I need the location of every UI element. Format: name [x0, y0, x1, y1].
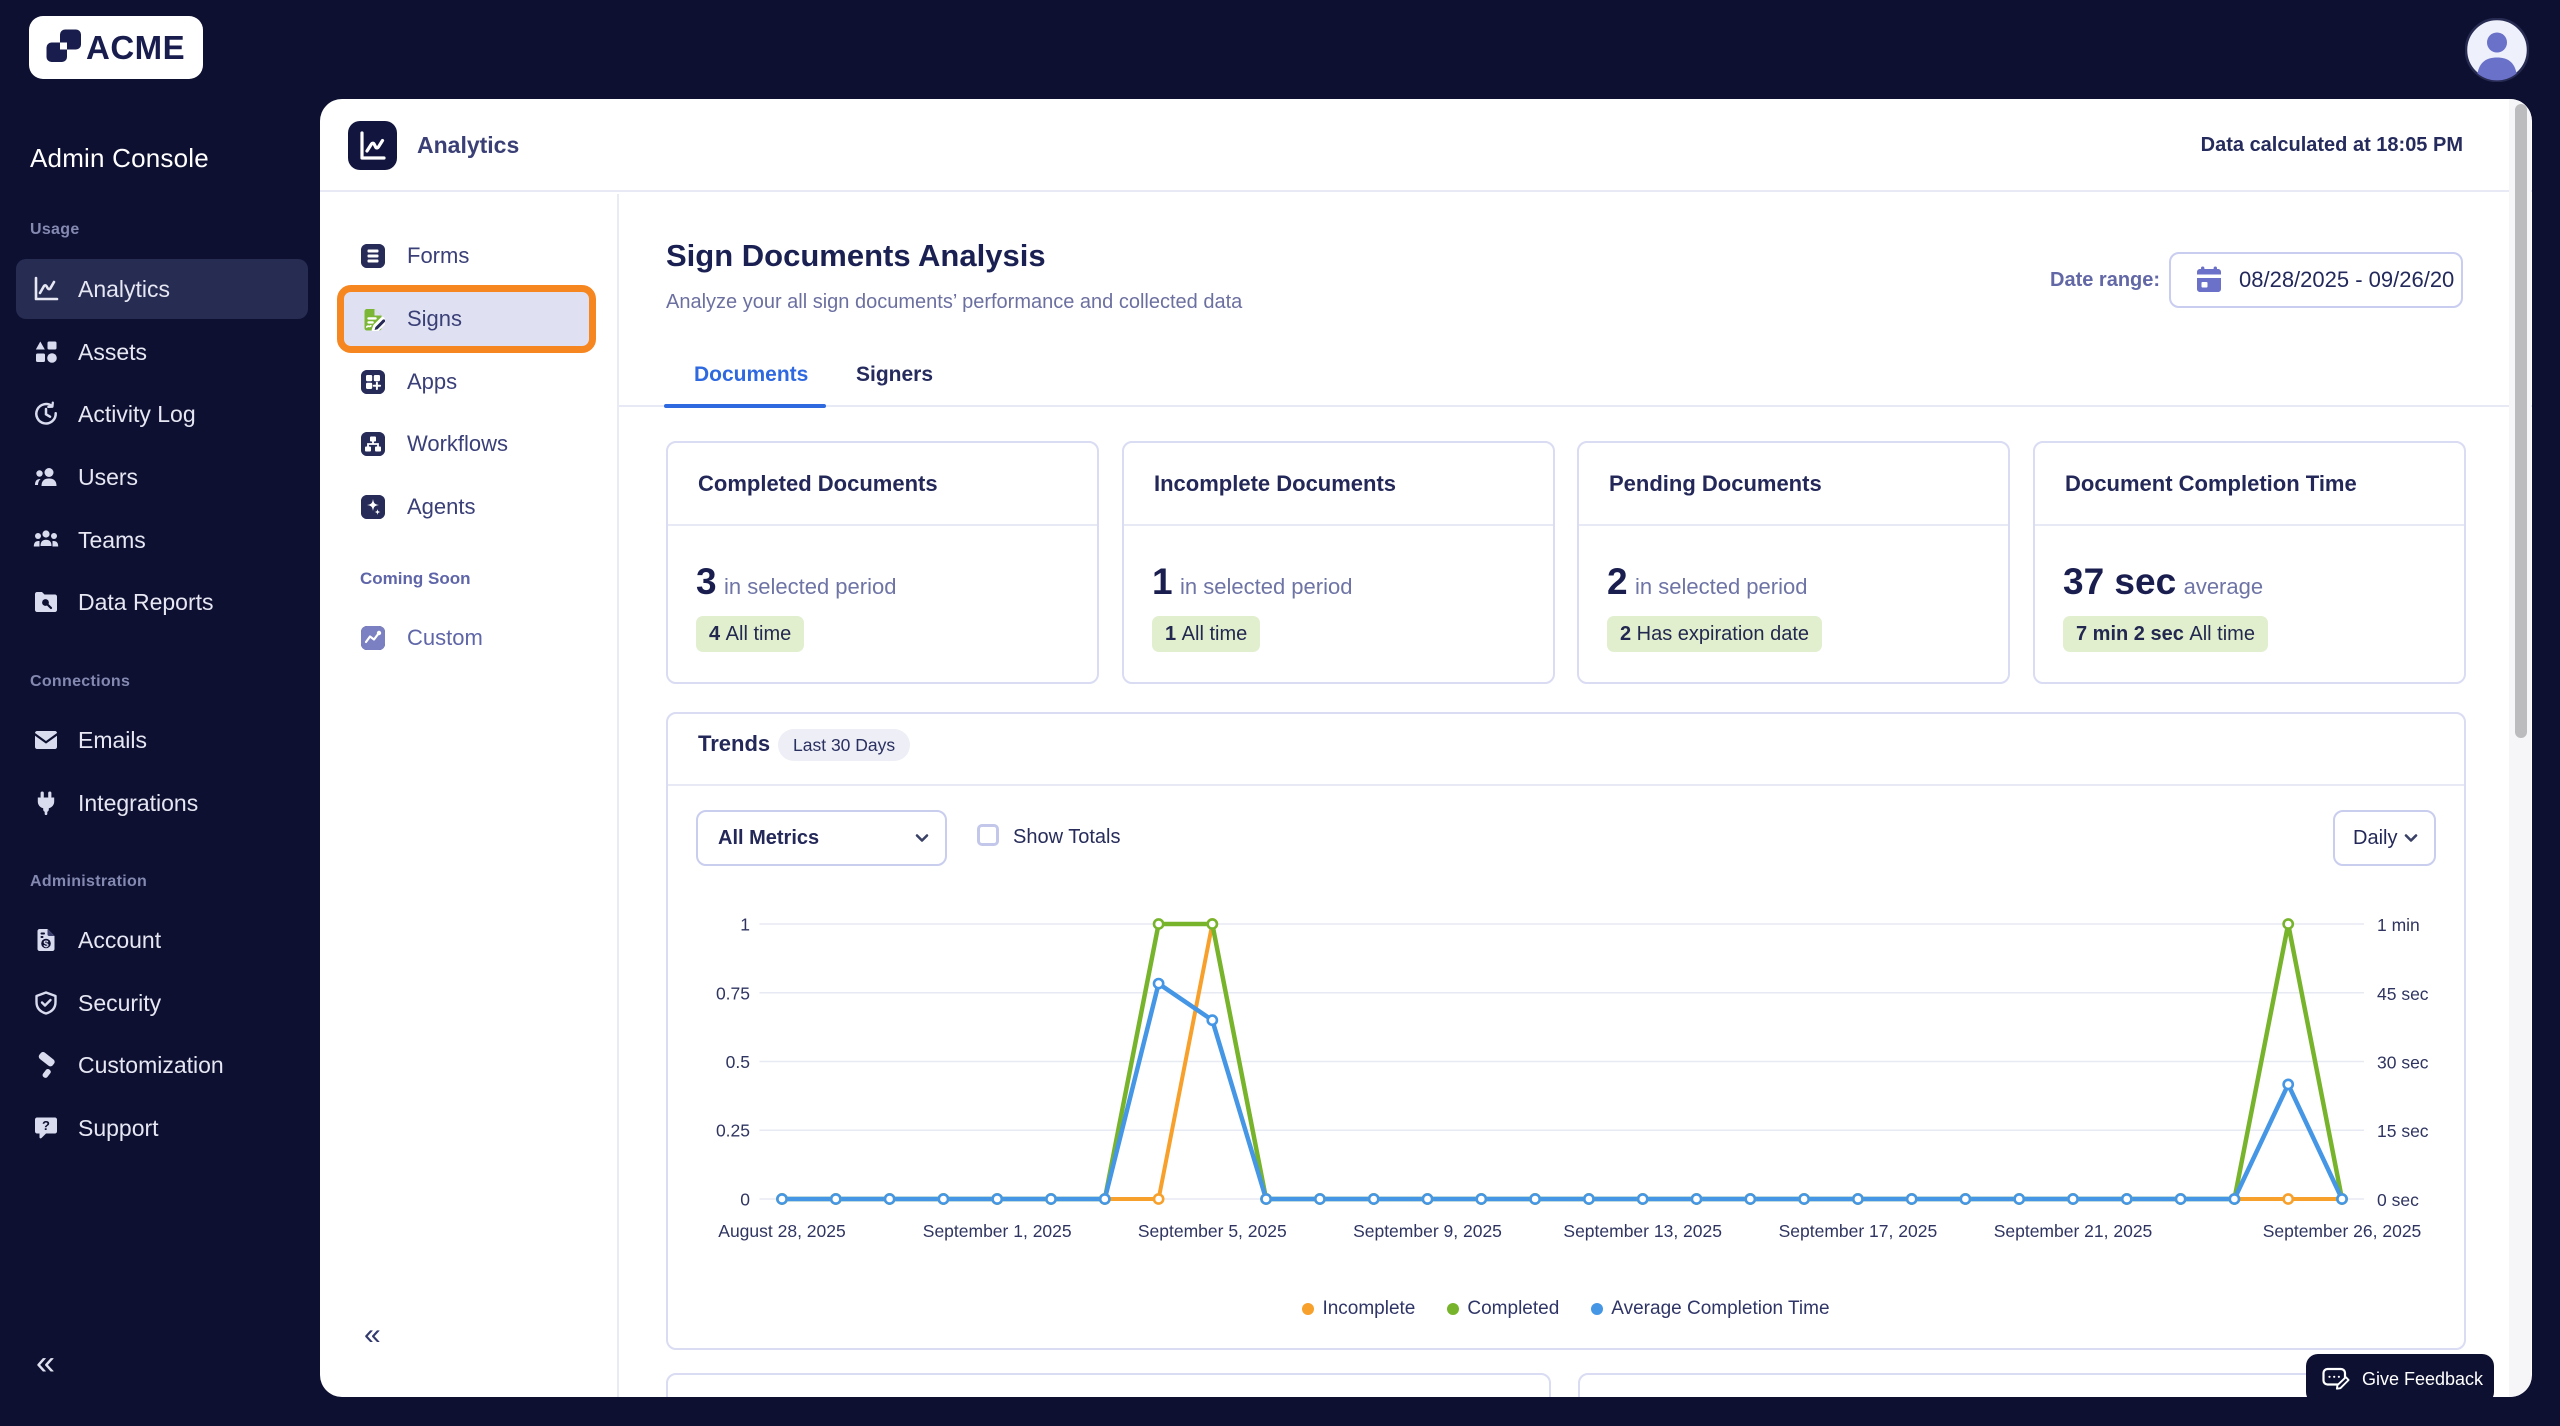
svg-text:0.5: 0.5	[726, 1052, 750, 1072]
svg-text:0 sec: 0 sec	[2377, 1190, 2419, 1210]
svg-text:0: 0	[740, 1190, 750, 1210]
svg-text:45 sec: 45 sec	[2377, 984, 2429, 1004]
svg-text:?: ?	[42, 1118, 50, 1133]
svg-text:0.75: 0.75	[716, 983, 750, 1003]
svg-text:August 28, 2025: August 28, 2025	[718, 1221, 845, 1241]
svg-text:15 sec: 15 sec	[2377, 1121, 2429, 1141]
svg-text:September 5, 2025: September 5, 2025	[1138, 1221, 1287, 1241]
svg-text:September 1, 2025: September 1, 2025	[923, 1221, 1072, 1241]
svg-text:September 17, 2025: September 17, 2025	[1779, 1221, 1938, 1241]
svg-text:1: 1	[740, 915, 750, 935]
svg-text:30 sec: 30 sec	[2377, 1053, 2429, 1073]
svg-text:September 9, 2025: September 9, 2025	[1353, 1221, 1502, 1241]
svg-text:September 21, 2025: September 21, 2025	[1994, 1221, 2153, 1241]
svg-text:$: $	[43, 939, 49, 950]
svg-text:1 min: 1 min	[2377, 915, 2420, 935]
svg-text:September 26, 2025: September 26, 2025	[2263, 1221, 2422, 1241]
svg-text:0.25: 0.25	[716, 1121, 750, 1141]
svg-text:September 13, 2025: September 13, 2025	[1563, 1221, 1722, 1241]
